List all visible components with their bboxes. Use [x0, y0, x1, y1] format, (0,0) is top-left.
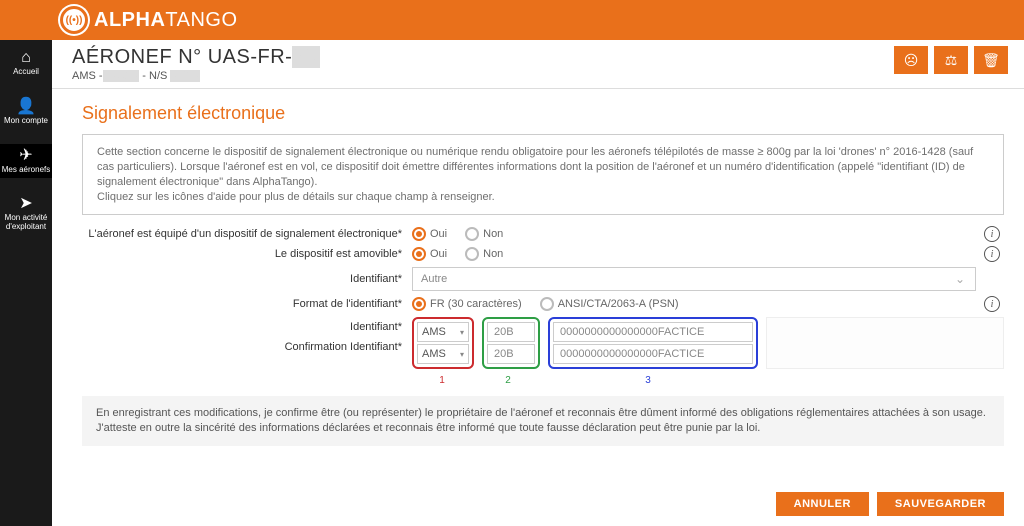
id-rest-field	[766, 317, 1004, 369]
confirm-part1-select[interactable]: AMS▾	[417, 344, 469, 364]
id-part1-select[interactable]: AMS▾	[417, 322, 469, 342]
confirm-part2-input[interactable]: 20B	[487, 344, 535, 364]
chevron-down-icon: ▾	[460, 328, 464, 337]
radio-format-ansi[interactable]: ANSI/CTA/2063-A (PSN)	[540, 297, 679, 311]
report-issue-button[interactable]: ☹	[894, 46, 928, 74]
id-group-1: AMS▾ AMS▾	[412, 317, 474, 369]
radio-equipped-no[interactable]: Non	[465, 227, 503, 241]
section-info: Cette section concerne le dispositif de …	[82, 134, 1004, 215]
save-button[interactable]: SAUVEGARDER	[877, 492, 1004, 516]
content: Signalement électronique Cette section c…	[52, 89, 1024, 482]
radio-format-fr[interactable]: FR (30 caractères)	[412, 297, 522, 311]
label-confirm: Confirmation Identifiant*	[82, 341, 402, 353]
row-removable: Le dispositif est amovible* Oui Non i	[82, 247, 1004, 261]
sidebar-item-home[interactable]: ⌂ Accueil	[0, 46, 52, 81]
title-actions: ☹ ⚖ 🗑	[894, 46, 1008, 74]
delete-button[interactable]: 🗑	[974, 46, 1008, 74]
sidebar-item-label: Mon activité d'exploitant	[0, 214, 52, 232]
row-id-inputs: Identifiant* Confirmation Identifiant* A…	[82, 317, 1004, 369]
logo-part-a: ALPHA	[94, 9, 165, 31]
radio-on-icon	[412, 227, 426, 241]
sidebar: ⌂ Accueil 👤 Mon compte ✈ Mes aéronefs ➤ …	[0, 40, 52, 526]
logo-part-b: TANGO	[165, 9, 237, 31]
main: AÉRONEF N° UAS-FR-XX AMS -XXXXX - N/S XX…	[52, 40, 1024, 526]
title-bar: AÉRONEF N° UAS-FR-XX AMS -XXXXX - N/S XX…	[52, 40, 1024, 89]
row-equipped: L'aéronef est équipé d'un dispositif de …	[82, 227, 1004, 241]
label-identifier: Identifiant*	[82, 273, 412, 285]
radio-on-icon	[412, 297, 426, 311]
logo-badge: ((•))	[60, 6, 88, 34]
radio-removable-no[interactable]: Non	[465, 247, 503, 261]
page-title: AÉRONEF N° UAS-FR-XX	[72, 46, 894, 69]
row-identifier-select: Identifiant* Autre	[82, 267, 1004, 291]
auction-button[interactable]: ⚖	[934, 46, 968, 74]
sidebar-item-aircraft[interactable]: ✈ Mes aéronefs	[0, 144, 52, 179]
footer: ANNULER SAUVEGARDER	[52, 482, 1024, 526]
arrow-icon: ➤	[0, 196, 52, 212]
info-icon[interactable]: i	[984, 296, 1000, 312]
drone-icon: ✈	[0, 148, 52, 164]
cancel-button[interactable]: ANNULER	[776, 492, 869, 516]
radio-on-icon	[412, 247, 426, 261]
home-icon: ⌂	[0, 50, 52, 66]
id-part3-input[interactable]: 0000000000000000FACTICE	[553, 322, 753, 342]
radio-off-icon	[540, 297, 554, 311]
label-id: Identifiant*	[82, 321, 402, 333]
section-title: Signalement électronique	[82, 103, 1004, 124]
label-equipped: L'aéronef est équipé d'un dispositif de …	[82, 228, 412, 240]
page-subtitle: AMS -XXXXX - N/S XXXX	[72, 70, 894, 82]
sidebar-item-label: Mes aéronefs	[0, 166, 52, 175]
sidebar-item-label: Accueil	[0, 68, 52, 77]
logo-text: ALPHATANGO	[94, 9, 238, 32]
redacted: XX	[292, 46, 320, 68]
marker-2: 2	[480, 375, 536, 386]
label-removable: Le dispositif est amovible*	[82, 248, 412, 260]
top-bar: ((•)) ALPHATANGO	[0, 0, 1024, 40]
marker-1: 1	[412, 375, 472, 386]
info-icon[interactable]: i	[984, 226, 1000, 242]
radio-off-icon	[465, 247, 479, 261]
radio-removable-yes[interactable]: Oui	[412, 247, 447, 261]
id-group-2: 20B 20B	[482, 317, 540, 369]
marker-3: 3	[544, 375, 752, 386]
row-format: Format de l'identifiant* FR (30 caractèr…	[82, 297, 1004, 311]
identifier-select[interactable]: Autre	[412, 267, 976, 291]
sidebar-item-account[interactable]: 👤 Mon compte	[0, 95, 52, 130]
user-icon: 👤	[0, 99, 52, 115]
label-format: Format de l'identifiant*	[82, 298, 412, 310]
info-icon[interactable]: i	[984, 246, 1000, 262]
annotation-numbers: 1 2 3	[82, 375, 1004, 386]
chevron-down-icon: ▾	[460, 350, 464, 359]
disclaimer: En enregistrant ces modifications, je co…	[82, 396, 1004, 446]
radio-off-icon	[465, 227, 479, 241]
id-group-3: 0000000000000000FACTICE 0000000000000000…	[548, 317, 758, 369]
sidebar-item-activity[interactable]: ➤ Mon activité d'exploitant	[0, 192, 52, 236]
radio-equipped-yes[interactable]: Oui	[412, 227, 447, 241]
sidebar-item-label: Mon compte	[0, 117, 52, 126]
id-part2-input[interactable]: 20B	[487, 322, 535, 342]
confirm-part3-input[interactable]: 0000000000000000FACTICE	[553, 344, 753, 364]
